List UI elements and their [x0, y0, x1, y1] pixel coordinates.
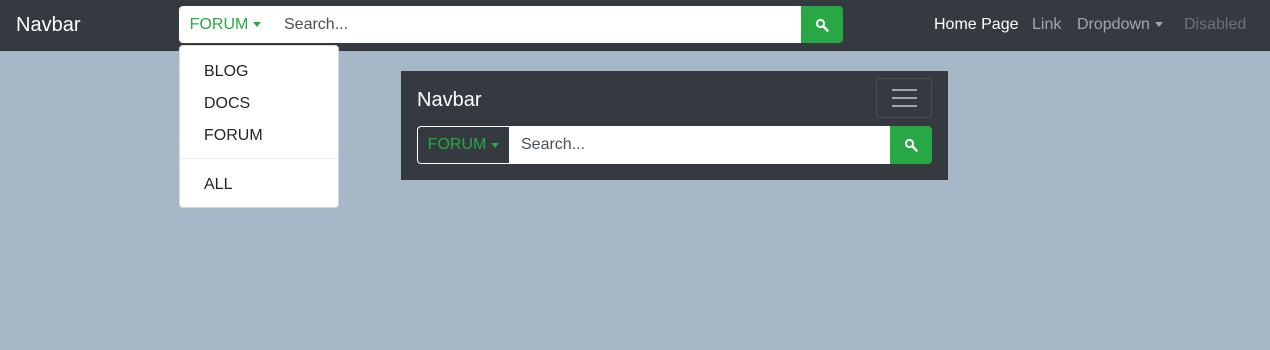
dropdown-item-docs[interactable]: DOCS [204, 94, 250, 114]
collapsed-category-label: FORUM [427, 136, 487, 153]
hamburger-icon-bar [892, 97, 917, 99]
collapsed-navbar: Navbar FORUM [401, 71, 948, 180]
nav-dropdown-toggle[interactable]: Dropdown [1077, 15, 1163, 35]
nav-link-link[interactable]: Link [1032, 15, 1061, 35]
collapsed-navbar-brand[interactable]: Navbar [417, 88, 481, 112]
hamburger-icon-bar [892, 105, 917, 107]
navbar-toggler-button[interactable] [876, 78, 932, 118]
nav-links: Home Page Link Dropdown Disabled [0, 15, 1270, 35]
category-dropdown-menu: BLOG DOCS FORUM ALL [179, 45, 339, 208]
search-icon [904, 138, 918, 152]
dropdown-divider [180, 158, 338, 159]
collapsed-search-input[interactable] [509, 126, 890, 164]
nav-link-disabled: Disabled [1184, 16, 1247, 33]
collapsed-search-button[interactable] [890, 126, 932, 164]
top-navbar: Navbar FORUM Home Page Link Dropdown Dis… [0, 0, 1270, 51]
collapsed-category-dropdown-toggle[interactable]: FORUM [417, 126, 509, 164]
caret-down-icon [1154, 22, 1163, 28]
nav-link-home[interactable]: Home Page [934, 15, 1019, 35]
dropdown-item-blog[interactable]: BLOG [204, 62, 248, 82]
hamburger-icon [892, 89, 917, 91]
dropdown-item-forum[interactable]: FORUM [204, 126, 263, 146]
caret-down-icon [491, 142, 500, 148]
nav-dropdown-label: Dropdown [1077, 16, 1150, 33]
collapsed-search-group: FORUM [417, 126, 932, 164]
dropdown-item-all[interactable]: ALL [204, 175, 232, 195]
